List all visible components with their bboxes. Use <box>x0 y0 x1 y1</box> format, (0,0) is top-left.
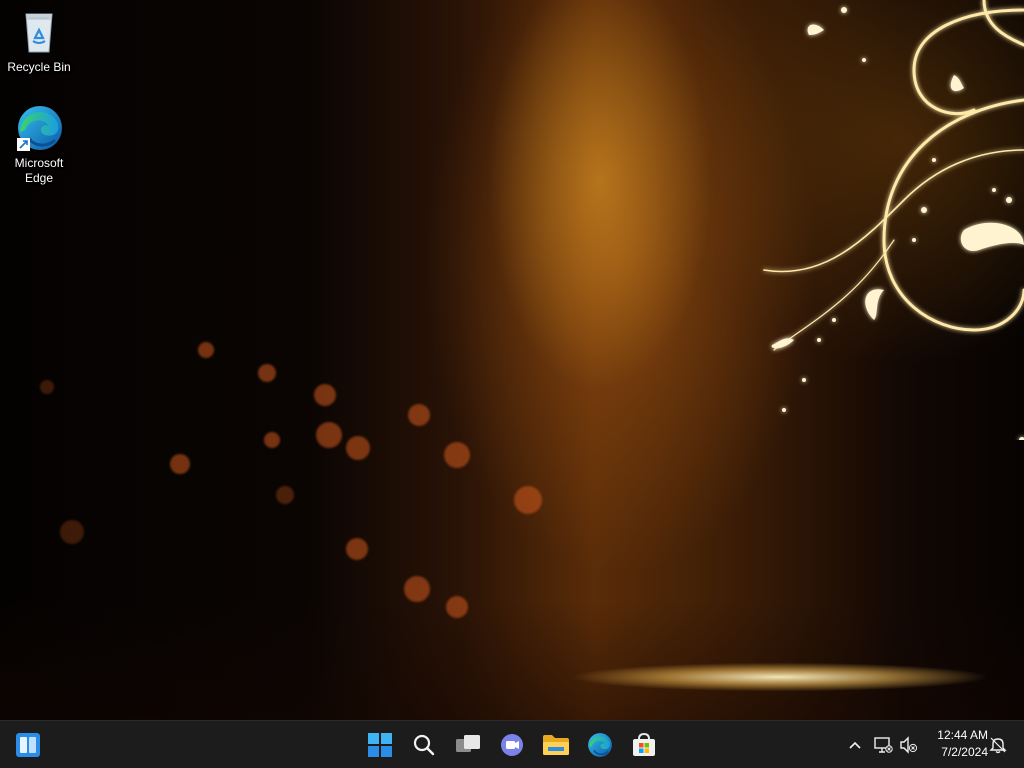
bokeh-dot <box>60 520 84 544</box>
desktop-icon-recycle-bin[interactable]: Recycle Bin <box>1 8 77 75</box>
bokeh-dot <box>276 486 294 504</box>
start-button[interactable] <box>360 725 400 765</box>
clock-date: 7/2/2024 <box>941 745 988 759</box>
bokeh-dot <box>316 422 342 448</box>
wallpaper-swirl-ornament <box>763 0 1024 440</box>
widgets-button[interactable] <box>8 725 48 765</box>
desktop-wallpaper[interactable] <box>0 0 1024 720</box>
search-button[interactable] <box>404 725 444 765</box>
teams-chat-icon <box>501 734 523 756</box>
edge-taskbar-button[interactable] <box>580 725 620 765</box>
search-icon <box>413 734 435 756</box>
windows-logo-icon <box>368 733 392 757</box>
bokeh-dot <box>170 454 190 474</box>
taskbar-clock[interactable]: 12:44 AM 7/2/2024 <box>924 727 988 761</box>
recycle-bin-icon <box>15 8 63 56</box>
store-icon <box>633 732 655 756</box>
folder-icon <box>543 735 569 755</box>
notification-icon <box>989 737 1007 754</box>
edge-icon <box>588 733 612 757</box>
show-hidden-icons-button[interactable] <box>843 733 867 757</box>
file-explorer-button[interactable] <box>536 725 576 765</box>
bokeh-dot <box>404 576 430 602</box>
notification-center-button[interactable] <box>986 733 1010 757</box>
bokeh-dot <box>346 436 370 460</box>
bokeh-dot <box>314 384 336 406</box>
volume-muted-icon <box>900 736 918 754</box>
desktop-icon-microsoft-edge[interactable]: Microsoft Edge <box>1 104 77 186</box>
network-button[interactable] <box>871 733 895 757</box>
bokeh-dot <box>198 342 214 358</box>
network-icon <box>874 737 893 753</box>
bokeh-dot <box>264 432 280 448</box>
bokeh-dot <box>346 538 368 560</box>
bokeh-dot <box>444 442 470 468</box>
widgets-icon <box>16 733 40 757</box>
edge-icon <box>15 104 63 152</box>
bokeh-dot <box>514 486 542 514</box>
desktop-icon-label: Microsoft Edge <box>14 156 64 185</box>
taskbar: 12:44 AM 7/2/2024 <box>0 720 1024 768</box>
store-button[interactable] <box>624 725 664 765</box>
bokeh-dot <box>258 364 276 382</box>
bokeh-dot <box>40 380 54 394</box>
volume-button[interactable] <box>897 733 921 757</box>
bokeh-dot <box>446 596 468 618</box>
desktop-icon-label: Recycle Bin <box>7 60 71 74</box>
wallpaper-light-streak <box>520 652 1024 702</box>
chat-button[interactable] <box>492 725 532 765</box>
task-view-icon <box>456 735 480 752</box>
bokeh-dot <box>408 404 430 426</box>
task-view-button[interactable] <box>448 725 488 765</box>
clock-time: 12:44 AM <box>937 728 988 742</box>
chevron-up-icon <box>849 741 861 749</box>
